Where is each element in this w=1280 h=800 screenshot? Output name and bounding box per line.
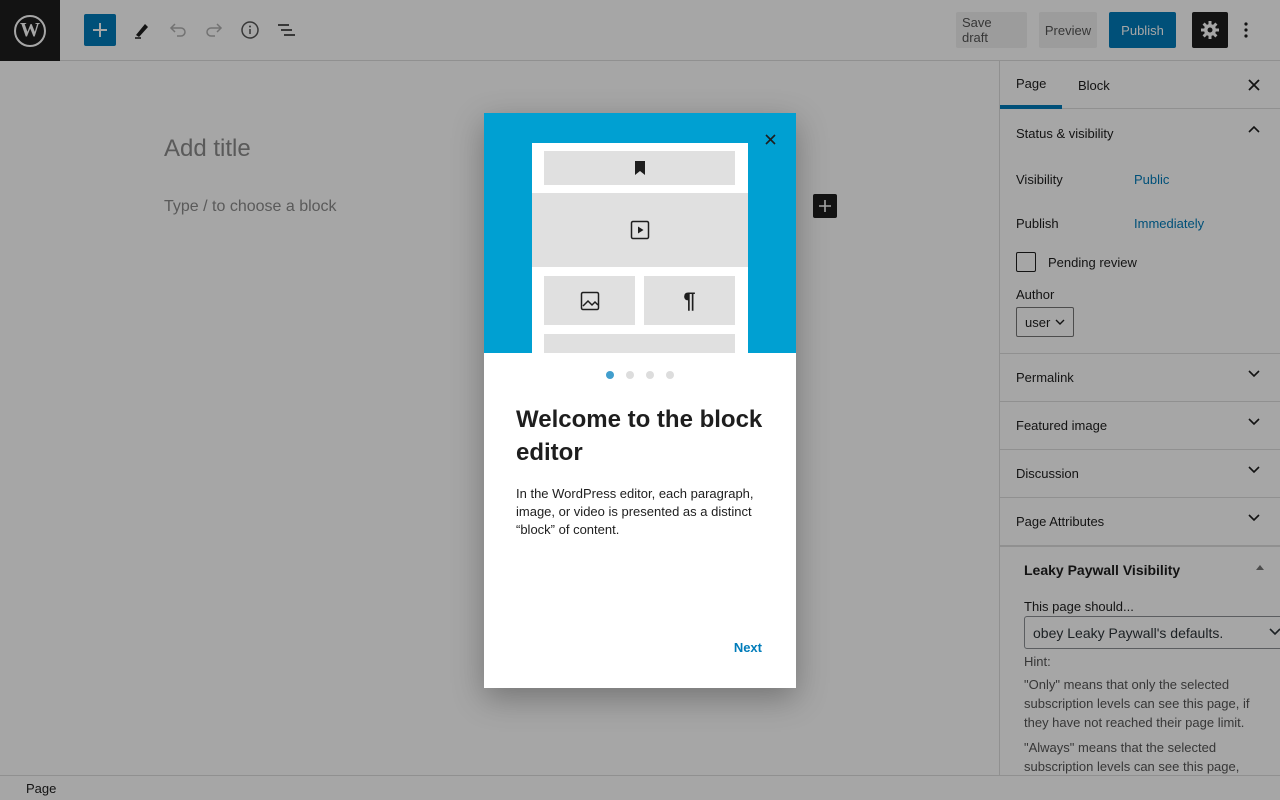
welcome-guide-title: Welcome to the block editor (516, 406, 763, 466)
next-button[interactable]: Next (734, 640, 762, 655)
block-editor-illustration: ¶ (532, 143, 748, 353)
page-dot[interactable] (666, 371, 674, 379)
image-icon (580, 291, 599, 310)
welcome-guide-text: In the WordPress editor, each paragraph,… (516, 486, 754, 537)
page-dot[interactable] (626, 371, 634, 379)
welcome-guide-modal: ¶ Welcome to the block editor In the Wor… (484, 113, 796, 688)
illustration-block (544, 151, 735, 185)
welcome-guide-illustration: ¶ (484, 113, 796, 353)
illustration-block (544, 334, 735, 353)
guide-pagination (484, 371, 796, 379)
bookmark-icon (634, 161, 645, 175)
video-play-icon (630, 220, 650, 240)
close-icon (764, 133, 776, 145)
illustration-video-block (532, 193, 748, 267)
illustration-image-block (544, 276, 635, 325)
close-modal-button[interactable] (760, 129, 780, 149)
page-dot[interactable] (606, 371, 614, 379)
paragraph-icon: ¶ (644, 276, 735, 325)
page-dot[interactable] (646, 371, 654, 379)
